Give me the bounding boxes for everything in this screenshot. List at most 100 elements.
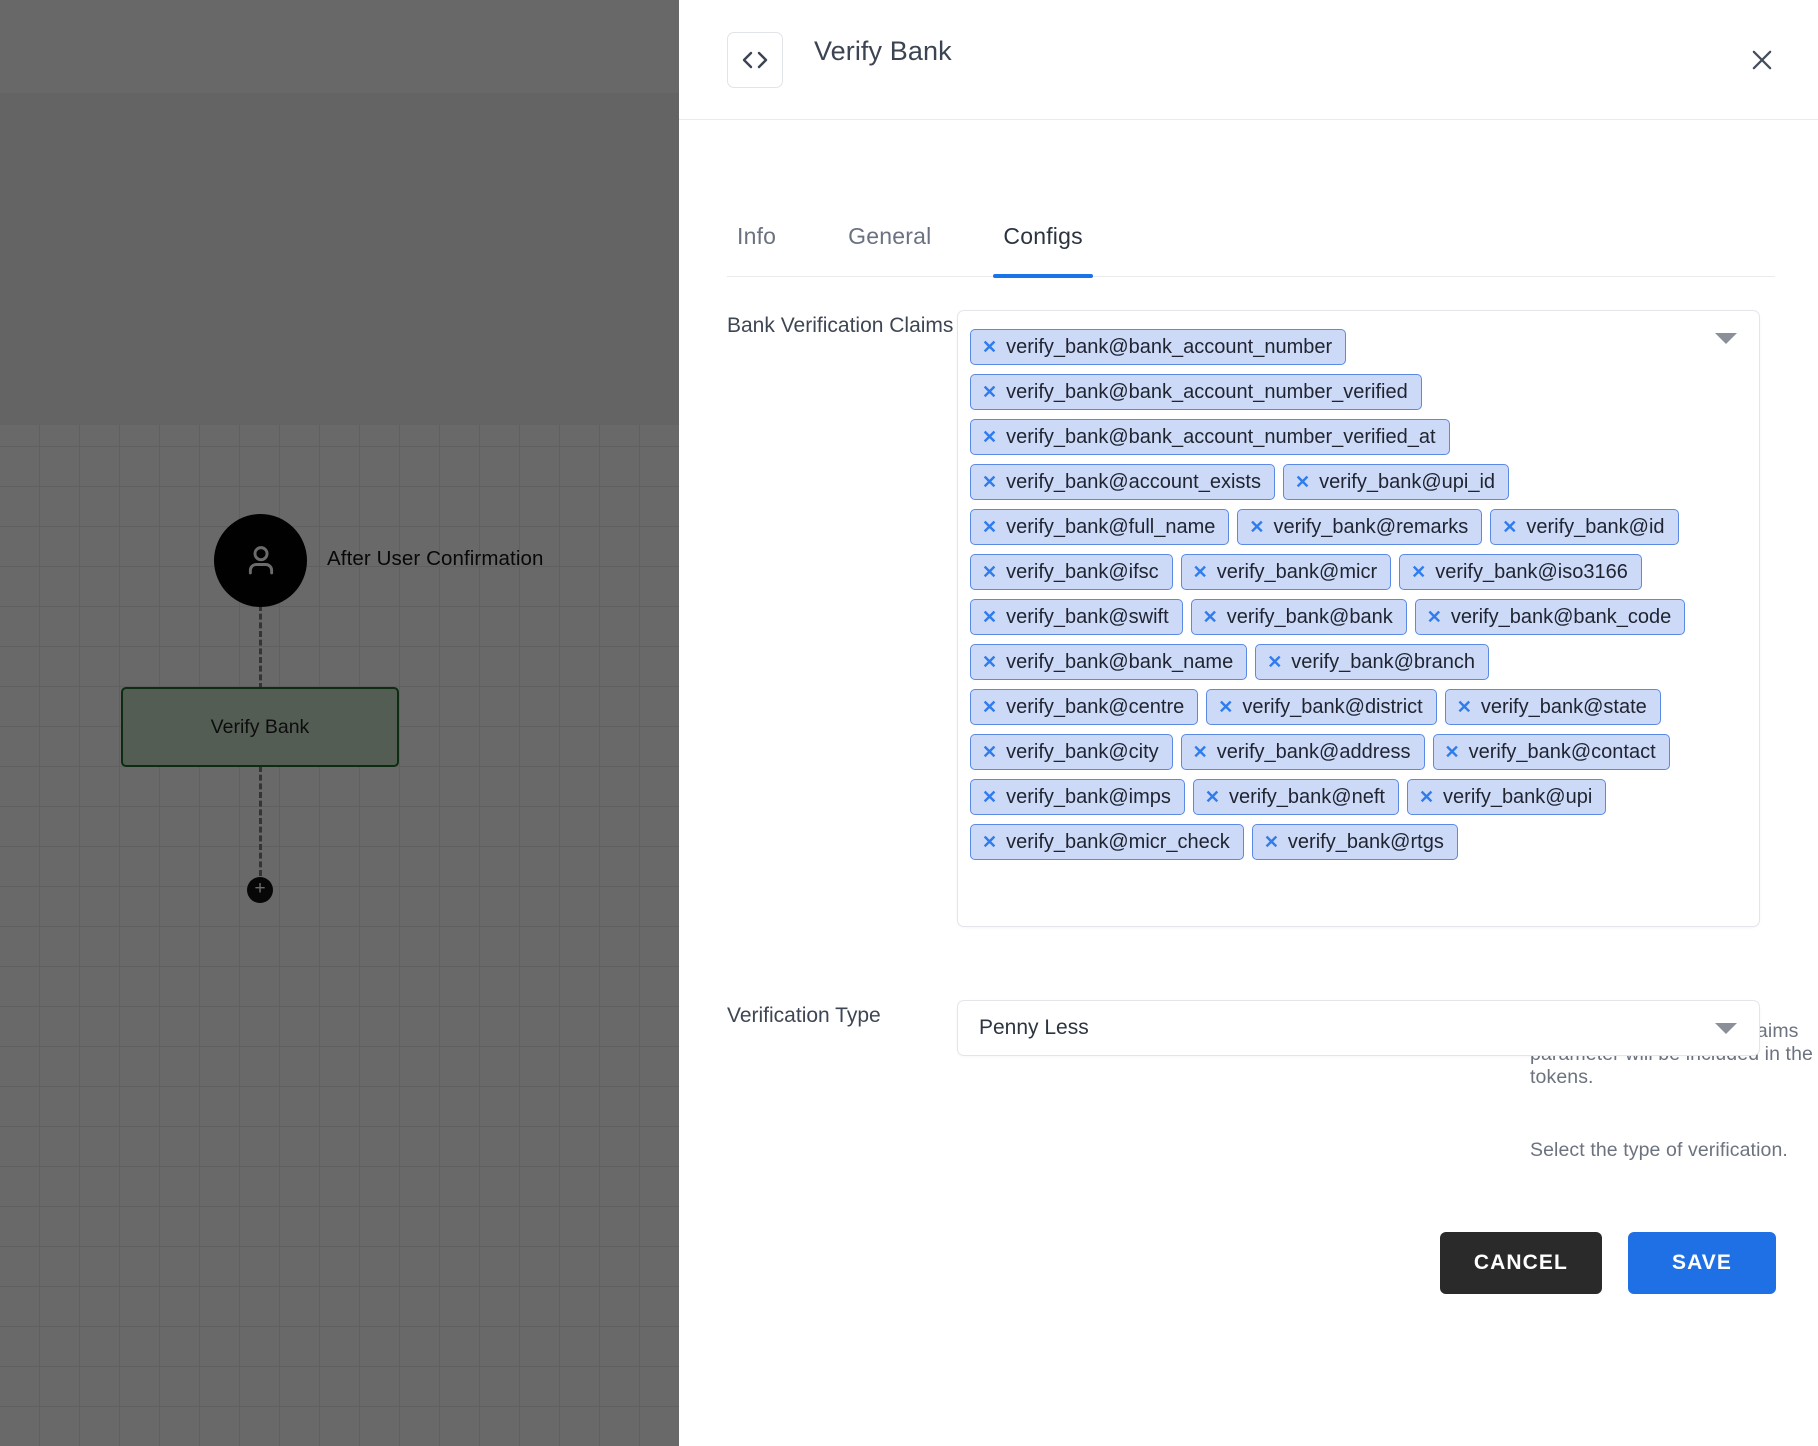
close-icon[interactable]: ✕ [1218,698,1233,716]
close-icon[interactable]: ✕ [1264,833,1279,851]
close-icon[interactable]: ✕ [1445,743,1460,761]
verification-type-select[interactable]: Penny Less [957,1000,1760,1056]
tab-configs[interactable]: Configs [993,223,1094,278]
close-icon[interactable]: ✕ [1411,563,1426,581]
claim-chip-label: verify_bank@iso3166 [1435,560,1628,583]
chevron-down-icon[interactable] [1715,333,1737,344]
claim-chip[interactable]: ✕ verify_bank@city [970,734,1173,770]
claim-chip-label: verify_bank@upi [1443,785,1593,808]
app-root: After User Confirmation Verify Bank + Ve… [0,0,1818,1446]
claim-chip[interactable]: ✕ verify_bank@id [1490,509,1679,545]
claim-chip-label: verify_bank@ifsc [1006,560,1159,583]
close-icon[interactable]: ✕ [982,743,997,761]
claim-chip[interactable]: ✕ verify_bank@branch [1255,644,1490,680]
code-icon [727,32,783,88]
bank-verification-claims-label: Bank Verification Claims [727,314,954,337]
close-icon[interactable]: ✕ [1295,473,1310,491]
close-icon[interactable]: ✕ [1502,518,1517,536]
close-icon[interactable]: ✕ [1203,608,1218,626]
close-icon[interactable]: ✕ [982,788,997,806]
claim-chip-label: verify_bank@swift [1006,605,1169,628]
claim-chip-label: verify_bank@full_name [1006,515,1216,538]
claim-chip-label: verify_bank@state [1480,695,1647,718]
bank-verification-claims-multiselect[interactable]: ✕ verify_bank@bank_account_number ✕ verify_… [957,310,1760,927]
claim-chip-label: verify_bank@contact [1468,740,1656,763]
claim-chip-label: verify_bank@address [1216,740,1411,763]
close-icon[interactable]: ✕ [982,653,997,671]
claim-chip[interactable]: ✕ verify_bank@upi [1406,779,1607,815]
claim-chip-label: verify_bank@bank_account_number_verified [1006,380,1408,403]
tab-general[interactable]: General [838,223,941,276]
claim-chip[interactable]: ✕ verify_bank@bank [1190,599,1407,635]
chevron-down-icon[interactable] [1715,1023,1737,1034]
claim-chip[interactable]: ✕ verify_bank@bank_account_number_verifie… [970,374,1422,410]
claim-chip[interactable]: ✕ verify_bank@micr [1180,554,1392,590]
claim-chip[interactable]: ✕ verify_bank@account_exists [970,464,1275,500]
claim-chip[interactable]: ✕ verify_bank@upi_id [1282,464,1510,500]
claim-chip-label: verify_bank@district [1242,695,1423,718]
claim-chip-label: verify_bank@id [1526,515,1665,538]
claim-chip-label: verify_bank@branch [1291,650,1476,673]
close-icon[interactable]: ✕ [1427,608,1442,626]
close-icon[interactable]: ✕ [1193,743,1208,761]
close-icon[interactable]: ✕ [982,698,997,716]
close-icon[interactable]: ✕ [1457,698,1472,716]
claim-chip[interactable]: ✕ verify_bank@neft [1192,779,1399,815]
cancel-button[interactable]: CANCEL [1439,1232,1602,1294]
verification-type-label: Verification Type [727,1004,881,1027]
modal-scrim[interactable] [0,0,679,1446]
close-icon[interactable]: ✕ [982,473,997,491]
close-icon[interactable]: ✕ [982,608,997,626]
claim-chip[interactable]: ✕ verify_bank@micr_check [970,824,1244,860]
claim-chip[interactable]: ✕ verify_bank@full_name [970,509,1230,545]
claim-chip-label: verify_bank@bank_name [1006,650,1234,673]
claim-chip[interactable]: ✕ verify_bank@remarks [1237,509,1483,545]
claim-chip[interactable]: ✕ verify_bank@bank_account_number [970,329,1347,365]
claim-chip-label: verify_bank@rtgs [1287,830,1444,853]
claim-chip[interactable]: ✕ verify_bank@bank_account_number_verifie… [970,419,1450,455]
close-icon[interactable]: ✕ [982,563,997,581]
claim-chip-label: verify_bank@account_exists [1006,470,1261,493]
claim-chip-label: verify_bank@centre [1006,695,1185,718]
close-icon[interactable]: ✕ [982,383,997,401]
claim-chip[interactable]: ✕ verify_bank@contact [1432,734,1670,770]
claim-chip-label: verify_bank@upi_id [1319,470,1496,493]
close-icon[interactable]: ✕ [982,428,997,446]
panel-header: Verify Bank [679,0,1818,120]
claim-chip[interactable]: ✕ verify_bank@bank_code [1414,599,1686,635]
close-icon[interactable]: ✕ [982,833,997,851]
claim-chip-label: verify_bank@remarks [1273,515,1469,538]
panel-footer-actions: CANCEL SAVE [1439,1232,1776,1294]
bank-verification-claims-row: Bank Verification Claims ✕ verify_bank@ba… [727,310,1760,927]
claim-chip[interactable]: ✕ verify_bank@imps [970,779,1185,815]
close-icon[interactable]: ✕ [1267,653,1282,671]
claim-chip[interactable]: ✕ verify_bank@address [1180,734,1425,770]
close-icon[interactable]: ✕ [1419,788,1434,806]
verification-type-helper: Select the type of verification. [1530,1139,1788,1161]
claim-chip[interactable]: ✕ verify_bank@centre [970,689,1199,725]
claim-chip[interactable]: ✕ verify_bank@swift [970,599,1183,635]
verification-type-value: Penny Less [979,1016,1089,1039]
close-icon[interactable]: ✕ [1205,788,1220,806]
claim-chip-label: verify_bank@imps [1006,785,1171,808]
claim-chip-label: verify_bank@micr [1216,560,1378,583]
claim-chip-label: verify_bank@neft [1229,785,1385,808]
close-icon[interactable] [1742,40,1782,80]
page-title: Verify Bank [814,36,952,66]
close-icon[interactable]: ✕ [982,518,997,536]
claim-chip[interactable]: ✕ verify_bank@bank_name [970,644,1248,680]
close-icon[interactable]: ✕ [1249,518,1264,536]
claim-chip[interactable]: ✕ verify_bank@state [1444,689,1661,725]
claim-chip[interactable]: ✕ verify_bank@rtgs [1251,824,1458,860]
verify-bank-panel: Verify Bank Info General Configs Bank Ve… [679,0,1818,1446]
save-button[interactable]: SAVE [1627,1232,1776,1294]
verification-type-row: Verification Type Penny Less [727,1000,1760,1056]
flow-canvas[interactable]: After User Confirmation Verify Bank + [0,0,679,1446]
claim-chip-label: verify_bank@city [1006,740,1159,763]
close-icon[interactable]: ✕ [1193,563,1208,581]
tab-info[interactable]: Info [727,223,786,276]
close-icon[interactable]: ✕ [982,338,997,356]
claim-chip[interactable]: ✕ verify_bank@district [1206,689,1437,725]
claim-chip[interactable]: ✕ verify_bank@iso3166 [1399,554,1642,590]
claim-chip[interactable]: ✕ verify_bank@ifsc [970,554,1173,590]
